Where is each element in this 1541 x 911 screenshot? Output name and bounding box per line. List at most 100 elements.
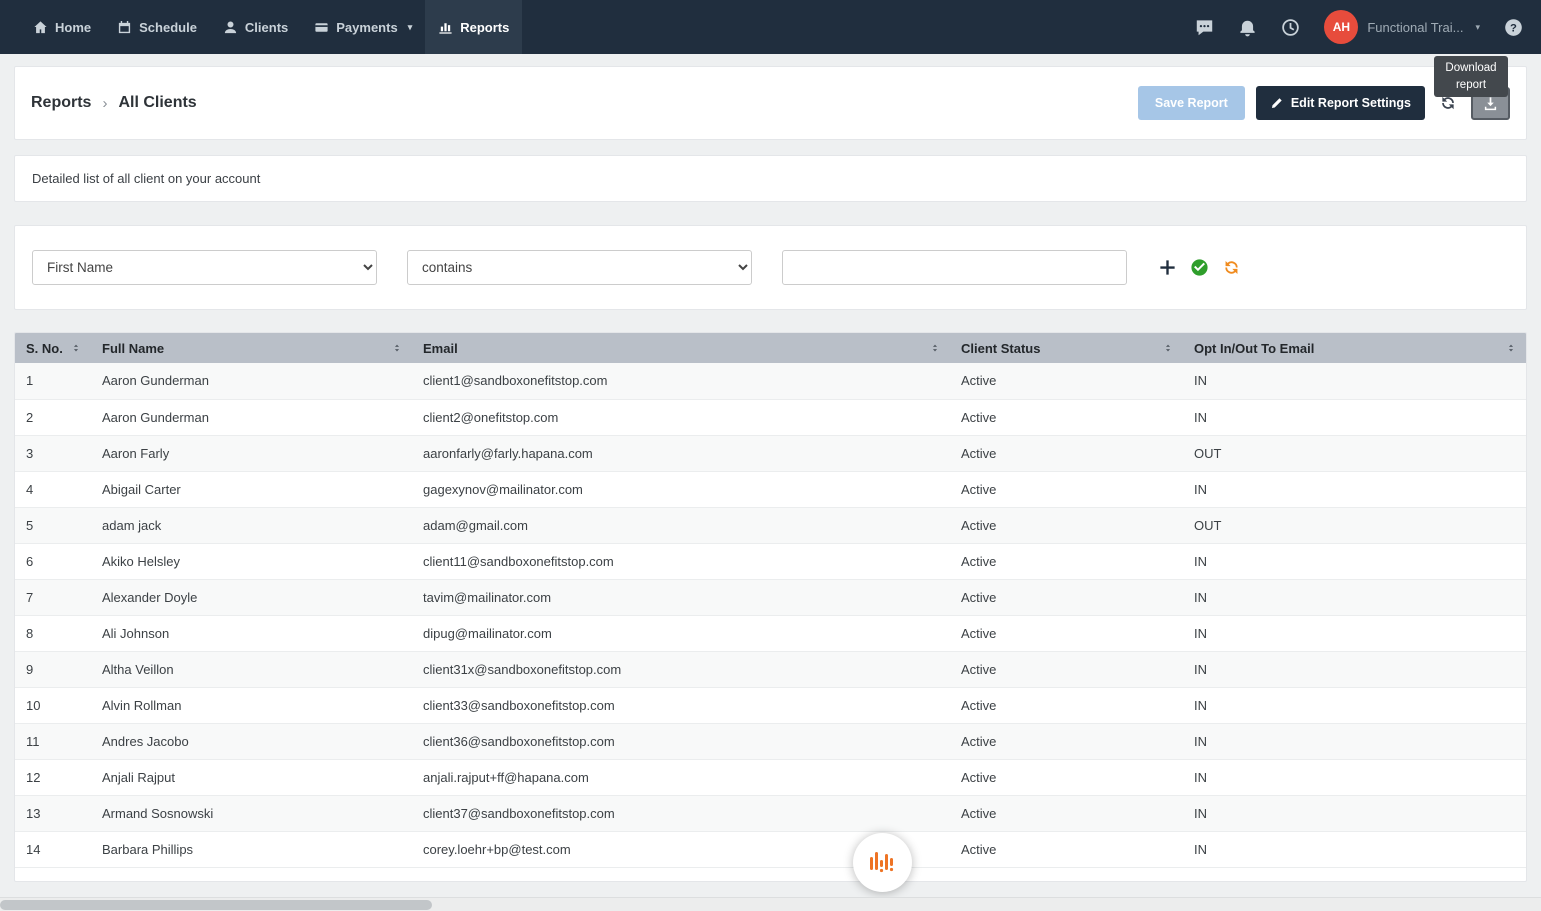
- cell-email: client11@sandboxonefitstop.com: [412, 543, 950, 579]
- cell-client-status: Active: [950, 435, 1183, 471]
- col-header-s-no[interactable]: S. No.: [15, 333, 91, 363]
- pencil-icon: [1270, 97, 1283, 110]
- breadcrumb-separator: ›: [102, 95, 107, 112]
- report-header-card: Reports › All Clients Save Report Edit R…: [14, 66, 1527, 140]
- chevron-down-icon: ▾: [1475, 22, 1480, 33]
- home-icon: [33, 20, 48, 35]
- nav-item-schedule[interactable]: Schedule: [104, 0, 210, 54]
- help-button[interactable]: ?: [1504, 18, 1523, 37]
- cell-full-name: Barbara Phillips: [91, 831, 412, 867]
- table-row[interactable]: 9 Altha Veillon client31x@sandboxonefits…: [15, 651, 1526, 687]
- table-row[interactable]: 12 Anjali Rajput anjali.rajput+ff@hapana…: [15, 759, 1526, 795]
- nav-item-home[interactable]: Home: [20, 0, 104, 54]
- cell-email: adam@gmail.com: [412, 507, 950, 543]
- cell-s-no: 14: [15, 831, 91, 867]
- reset-filter-button[interactable]: [1222, 258, 1241, 277]
- table-row[interactable]: 2 Aaron Gunderman client2@onefitstop.com…: [15, 399, 1526, 435]
- chat-button[interactable]: [1195, 18, 1214, 37]
- filter-field-select[interactable]: First Name: [32, 250, 377, 285]
- nav-item-payments[interactable]: Payments ▾: [301, 0, 425, 54]
- cell-s-no: 13: [15, 795, 91, 831]
- cell-opt-in-out: IN: [1183, 651, 1526, 687]
- table-row[interactable]: 3 Aaron Farly aaronfarly@farly.hapana.co…: [15, 435, 1526, 471]
- svg-text:?: ?: [1510, 22, 1517, 34]
- calendar-icon: [117, 20, 132, 35]
- table-row[interactable]: 7 Alexander Doyle tavim@mailinator.com A…: [15, 579, 1526, 615]
- col-header-email[interactable]: Email: [412, 333, 950, 363]
- nav-item-reports[interactable]: Reports: [425, 0, 522, 54]
- cell-client-status: Active: [950, 687, 1183, 723]
- table-header-row: S. No. Full Name Email Client Status Opt…: [15, 333, 1526, 363]
- cell-email: dipug@mailinator.com: [412, 615, 950, 651]
- cell-full-name: Ali Johnson: [91, 615, 412, 651]
- cell-s-no: 10: [15, 687, 91, 723]
- cell-client-status: Active: [950, 579, 1183, 615]
- breadcrumb: Reports › All Clients: [31, 94, 197, 112]
- cell-client-status: Active: [950, 471, 1183, 507]
- report-description: Detailed list of all client on your acco…: [32, 171, 260, 186]
- notifications-button[interactable]: [1238, 18, 1257, 37]
- cell-opt-in-out: IN: [1183, 831, 1526, 867]
- filter-value-input[interactable]: [782, 250, 1127, 285]
- cell-full-name: Andres Jacobo: [91, 723, 412, 759]
- cell-email: client1@sandboxonefitstop.com: [412, 363, 950, 399]
- edit-report-settings-label: Edit Report Settings: [1291, 96, 1411, 110]
- cell-s-no: 8: [15, 615, 91, 651]
- table-row[interactable]: 10 Alvin Rollman client33@sandboxonefits…: [15, 687, 1526, 723]
- table-row[interactable]: 11 Andres Jacobo client36@sandboxonefits…: [15, 723, 1526, 759]
- nav-clients-label: Clients: [245, 20, 288, 35]
- cell-s-no: 6: [15, 543, 91, 579]
- cell-client-status: Active: [950, 399, 1183, 435]
- credit-card-icon: [314, 20, 329, 35]
- add-filter-button[interactable]: [1158, 258, 1177, 277]
- cell-email: client37@sandboxonefitstop.com: [412, 795, 950, 831]
- apply-filter-button[interactable]: [1190, 258, 1209, 277]
- table-row[interactable]: 14 Barbara Phillips corey.loehr+bp@test.…: [15, 831, 1526, 867]
- sort-icon: [1506, 342, 1516, 354]
- table-row[interactable]: 13 Armand Sosnowski client37@sandboxonef…: [15, 795, 1526, 831]
- cell-client-status: Active: [950, 615, 1183, 651]
- table-row[interactable]: 5 adam jack adam@gmail.com Active OUT: [15, 507, 1526, 543]
- cell-client-status: Active: [950, 831, 1183, 867]
- cell-client-status: Active: [950, 651, 1183, 687]
- sort-icon: [930, 342, 940, 354]
- edit-report-settings-button[interactable]: Edit Report Settings: [1256, 86, 1425, 120]
- nav-item-clients[interactable]: Clients: [210, 0, 301, 54]
- account-menu[interactable]: AH Functional Trai... ▾: [1324, 10, 1480, 44]
- table-row[interactable]: 1 Aaron Gunderman client1@sandboxonefits…: [15, 363, 1526, 399]
- avatar: AH: [1324, 10, 1358, 44]
- table-row[interactable]: 8 Ali Johnson dipug@mailinator.com Activ…: [15, 615, 1526, 651]
- save-report-button[interactable]: Save Report: [1138, 86, 1245, 120]
- top-navbar: Home Schedule Clients Payments ▾ Reports: [0, 0, 1541, 54]
- chevron-down-icon: ▾: [408, 22, 413, 33]
- nav-payments-label: Payments: [336, 20, 397, 35]
- clock-icon: [1281, 18, 1300, 37]
- filter-operator-select[interactable]: contains: [407, 250, 752, 285]
- cell-client-status: Active: [950, 543, 1183, 579]
- brand-loader-icon: [868, 848, 898, 878]
- horizontal-scrollbar[interactable]: [0, 897, 1541, 911]
- table-row[interactable]: 4 Abigail Carter gagexynov@mailinator.co…: [15, 471, 1526, 507]
- col-header-client-status[interactable]: Client Status: [950, 333, 1183, 363]
- clients-table: S. No. Full Name Email Client Status Opt…: [15, 333, 1526, 868]
- cell-opt-in-out: IN: [1183, 471, 1526, 507]
- sort-icon: [1163, 342, 1173, 354]
- history-button[interactable]: [1281, 18, 1300, 37]
- cell-email: client33@sandboxonefitstop.com: [412, 687, 950, 723]
- cell-full-name: Alvin Rollman: [91, 687, 412, 723]
- nav-schedule-label: Schedule: [139, 20, 197, 35]
- cell-s-no: 4: [15, 471, 91, 507]
- col-header-full-name[interactable]: Full Name: [91, 333, 412, 363]
- download-icon: [1483, 96, 1498, 111]
- plus-icon: [1158, 258, 1177, 277]
- table-row[interactable]: 6 Akiko Helsley client11@sandboxonefitst…: [15, 543, 1526, 579]
- breadcrumb-reports[interactable]: Reports: [31, 94, 91, 112]
- scrollbar-thumb[interactable]: [0, 900, 432, 910]
- cell-opt-in-out: IN: [1183, 579, 1526, 615]
- account-name: Functional Trai...: [1367, 20, 1463, 35]
- report-description-card: Detailed list of all client on your acco…: [14, 155, 1527, 202]
- cell-opt-in-out: IN: [1183, 723, 1526, 759]
- cell-opt-in-out: IN: [1183, 687, 1526, 723]
- cell-s-no: 9: [15, 651, 91, 687]
- col-header-opt-in-out[interactable]: Opt In/Out To Email: [1183, 333, 1526, 363]
